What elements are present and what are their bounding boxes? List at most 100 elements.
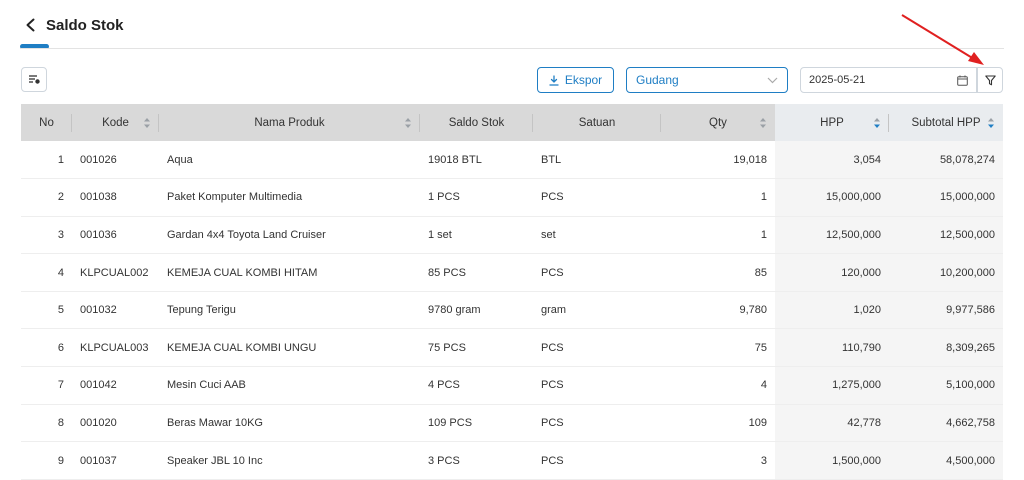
warehouse-select-value: Gudang <box>636 73 679 87</box>
page-title: Saldo Stok <box>46 16 124 34</box>
cell-subtotal-hpp: 4,662,758 <box>889 404 1003 443</box>
cell-qty: 1 <box>661 178 775 217</box>
page-header: Saldo Stok <box>20 10 124 40</box>
cell-satuan: PCS <box>533 253 661 292</box>
sort-icon[interactable] <box>404 116 412 130</box>
sort-icon[interactable] <box>987 116 995 130</box>
table-row: 6 KLPCUAL003 KEMEJA CUAL KOMBI UNGU 75 PCS P… <box>21 328 1003 368</box>
cell-no: 4 <box>21 253 72 292</box>
sort-icon[interactable] <box>873 116 881 130</box>
col-header-no: No <box>21 104 72 141</box>
table-row: 3 001036 Gardan 4x4 Toyota Land Cruiser 1 s… <box>21 216 1003 255</box>
cell-saldo-stok: 9780 gram <box>420 291 533 330</box>
cell-qty: 19,018 <box>661 141 775 180</box>
cell-satuan: PCS <box>533 404 661 443</box>
filter-button[interactable] <box>977 67 1003 93</box>
cell-hpp: 12,500,000 <box>775 216 889 255</box>
cell-kode: 001026 <box>72 141 159 180</box>
cell-satuan: BTL <box>533 141 661 180</box>
cell-satuan: PCS <box>533 328 661 368</box>
chevron-down-icon <box>767 77 778 83</box>
column-settings-button[interactable] <box>21 67 47 92</box>
cell-subtotal-hpp: 10,200,000 <box>889 253 1003 292</box>
cell-satuan: PCS <box>533 366 661 405</box>
cell-nama-produk[interactable]: KEMEJA CUAL KOMBI UNGU <box>159 328 420 368</box>
cell-hpp: 1,275,000 <box>775 366 889 405</box>
col-header-saldo-stok: Saldo Stok <box>420 104 533 141</box>
cell-hpp: 110,790 <box>775 328 889 368</box>
cell-no: 2 <box>21 178 72 217</box>
cell-subtotal-hpp: 9,977,586 <box>889 291 1003 330</box>
cell-hpp: 3,054 <box>775 141 889 180</box>
table-row: 4 KLPCUAL002 KEMEJA CUAL KOMBI HITAM 85 PCS… <box>21 253 1003 292</box>
cell-qty: 9,780 <box>661 291 775 330</box>
chevron-left-icon <box>26 18 35 32</box>
date-input[interactable]: 2025-05-21 <box>800 67 977 93</box>
table-row: 2 001038 Paket Komputer Multimedia 1 PCS PCS… <box>21 178 1003 217</box>
warehouse-select[interactable]: Gudang <box>626 67 788 93</box>
sort-icon[interactable] <box>759 116 767 130</box>
cell-subtotal-hpp: 12,500,000 <box>889 216 1003 255</box>
cell-kode: 001042 <box>72 366 159 405</box>
cell-nama-produk[interactable]: KEMEJA CUAL KOMBI HITAM <box>159 253 420 292</box>
cell-satuan: PCS <box>533 441 661 480</box>
header-divider <box>20 48 1004 49</box>
back-button[interactable] <box>20 14 42 36</box>
table-row: 1 001026 Aqua 19018 BTL BTL 19,018 3,054 58,078… <box>21 141 1003 180</box>
cell-nama-produk[interactable]: Speaker JBL 10 Inc <box>159 441 420 480</box>
calendar-icon <box>957 75 968 86</box>
cell-nama-produk[interactable]: Mesin Cuci AAB <box>159 366 420 405</box>
col-header-subtotal-hpp[interactable]: Subtotal HPP <box>889 104 1003 141</box>
col-header-hpp[interactable]: HPP <box>775 104 889 141</box>
cell-saldo-stok: 4 PCS <box>420 366 533 405</box>
export-label: Ekspor <box>564 73 603 87</box>
cell-saldo-stok: 109 PCS <box>420 404 533 443</box>
cell-qty: 75 <box>661 328 775 368</box>
cell-no: 7 <box>21 366 72 405</box>
cell-nama-produk[interactable]: Gardan 4x4 Toyota Land Cruiser <box>159 216 420 255</box>
cell-hpp: 120,000 <box>775 253 889 292</box>
cell-nama-produk[interactable]: Paket Komputer Multimedia <box>159 178 420 217</box>
cell-kode: 001032 <box>72 291 159 330</box>
cell-saldo-stok: 1 PCS <box>420 178 533 217</box>
cell-kode: KLPCUAL003 <box>72 328 159 368</box>
table-row: 7 001042 Mesin Cuci AAB 4 PCS PCS 4 1,275,000 5… <box>21 366 1003 405</box>
col-header-nama-produk[interactable]: Nama Produk <box>159 104 420 141</box>
cell-no: 1 <box>21 141 72 180</box>
cell-saldo-stok: 3 PCS <box>420 441 533 480</box>
cell-hpp: 1,020 <box>775 291 889 330</box>
cell-saldo-stok: 75 PCS <box>420 328 533 368</box>
cell-no: 9 <box>21 441 72 480</box>
download-icon <box>549 74 559 86</box>
cell-kode: KLPCUAL002 <box>72 253 159 292</box>
date-value: 2025-05-21 <box>809 74 866 86</box>
col-header-satuan: Satuan <box>533 104 661 141</box>
cell-no: 3 <box>21 216 72 255</box>
table-row: 9 001037 Speaker JBL 10 Inc 3 PCS PCS 3 1,500,… <box>21 441 1003 480</box>
col-header-qty[interactable]: Qty <box>661 104 775 141</box>
column-settings-icon <box>28 75 40 84</box>
cell-hpp: 42,778 <box>775 404 889 443</box>
cell-no: 8 <box>21 404 72 443</box>
cell-satuan: set <box>533 216 661 255</box>
cell-kode: 001037 <box>72 441 159 480</box>
cell-qty: 1 <box>661 216 775 255</box>
sort-icon[interactable] <box>143 116 151 130</box>
cell-no: 5 <box>21 291 72 330</box>
col-header-kode[interactable]: Kode <box>72 104 159 141</box>
cell-hpp: 1,500,000 <box>775 441 889 480</box>
export-button[interactable]: Ekspor <box>537 67 614 93</box>
table-header-row: No Kode Nama Produk Saldo Stok Satuan Qt… <box>21 104 1003 141</box>
cell-kode: 001038 <box>72 178 159 217</box>
cell-subtotal-hpp: 8,309,265 <box>889 328 1003 368</box>
table-row: 5 001032 Tepung Terigu 9780 gram gram 9,780 1,… <box>21 291 1003 330</box>
cell-satuan: gram <box>533 291 661 330</box>
cell-subtotal-hpp: 5,100,000 <box>889 366 1003 405</box>
cell-qty: 3 <box>661 441 775 480</box>
cell-nama-produk[interactable]: Tepung Terigu <box>159 291 420 330</box>
cell-hpp: 15,000,000 <box>775 178 889 217</box>
cell-no: 6 <box>21 328 72 368</box>
cell-nama-produk[interactable]: Aqua <box>159 141 420 180</box>
cell-nama-produk[interactable]: Beras Mawar 10KG <box>159 404 420 443</box>
cell-qty: 109 <box>661 404 775 443</box>
